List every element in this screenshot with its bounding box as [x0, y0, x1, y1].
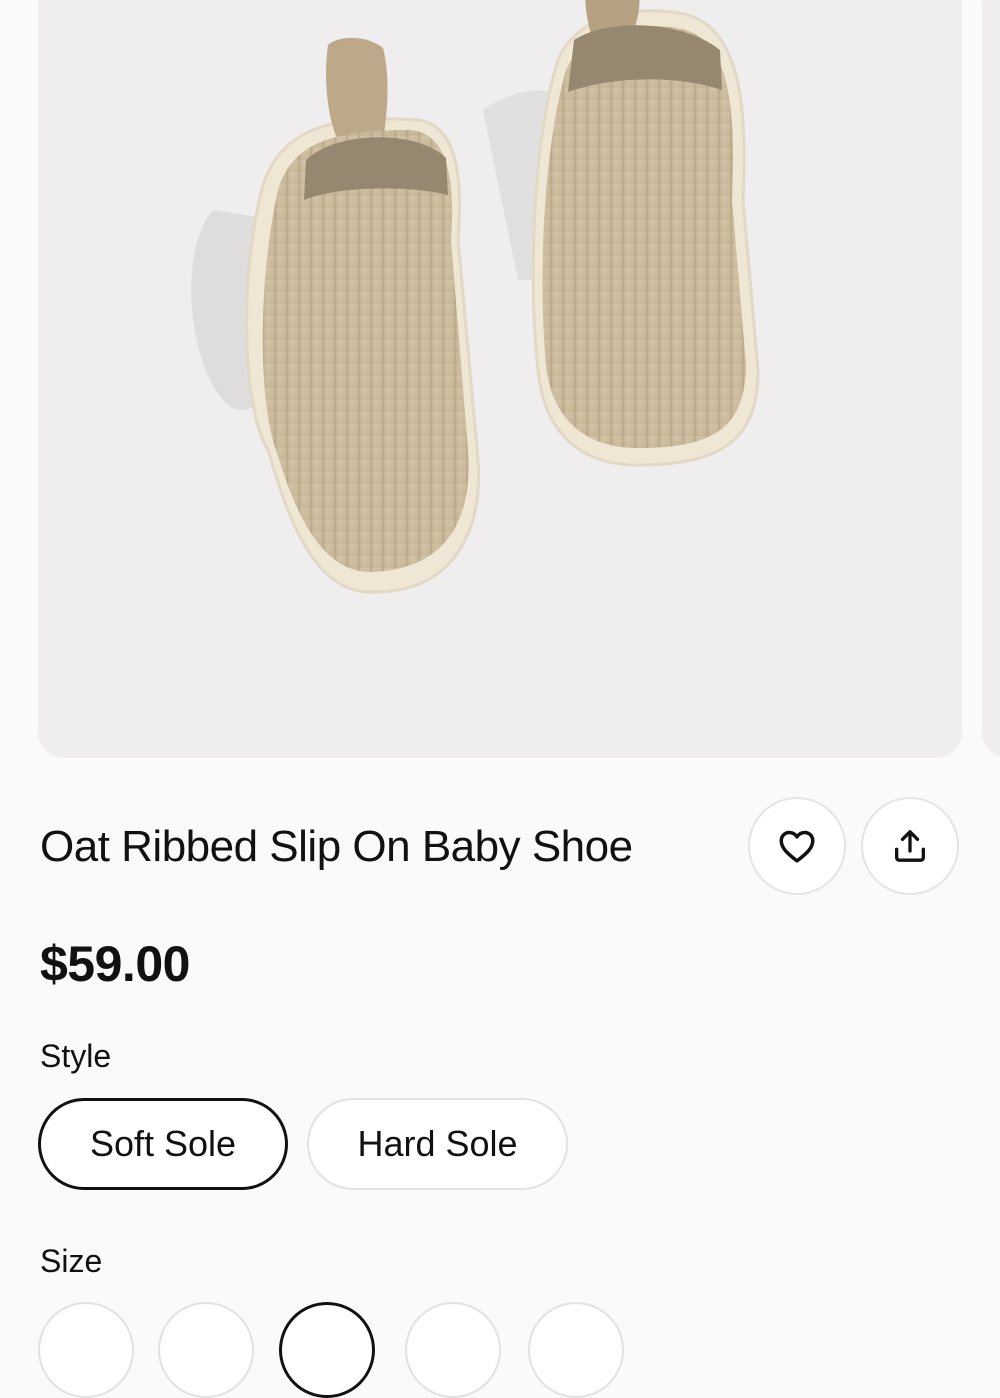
- product-image-gallery[interactable]: [0, 0, 1000, 760]
- style-option-hard-sole[interactable]: Hard Sole: [307, 1098, 568, 1190]
- size-option-selected[interactable]: [279, 1302, 375, 1398]
- product-price: $59.00: [40, 936, 190, 992]
- product-image[interactable]: [38, 0, 962, 758]
- size-label: Size: [40, 1243, 103, 1279]
- style-option-soft-sole[interactable]: Soft Sole: [38, 1098, 288, 1190]
- size-option[interactable]: [528, 1302, 624, 1398]
- heart-icon: [779, 830, 815, 863]
- share-button[interactable]: [861, 797, 959, 895]
- favorite-button[interactable]: [748, 797, 846, 895]
- size-option[interactable]: [158, 1302, 254, 1398]
- next-image-peek[interactable]: [982, 0, 1000, 758]
- shoe-photo: [191, 0, 760, 594]
- product-title: Oat Ribbed Slip On Baby Shoe: [40, 822, 633, 871]
- share-icon: [895, 830, 925, 862]
- size-option[interactable]: [38, 1302, 134, 1398]
- size-option[interactable]: [405, 1302, 501, 1398]
- style-label: Style: [40, 1038, 112, 1074]
